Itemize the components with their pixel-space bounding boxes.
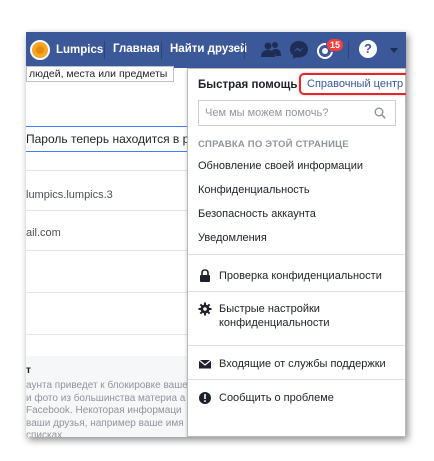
- help-search-input[interactable]: [198, 100, 396, 126]
- quick-help-title: Быстрая помощь: [198, 79, 298, 91]
- section-description: аунта приведет к блокировке ваше и фото …: [26, 380, 192, 437]
- privacy-shortcuts-label: Быстрые настройки конфиденциальности: [219, 303, 330, 329]
- browser-viewport: Пароль теперь находится в раз lumpics.lu…: [26, 32, 406, 437]
- help-link-notifications[interactable]: Уведомления: [198, 232, 267, 244]
- search-tooltip: людей, места или предметы: [26, 66, 175, 82]
- nav-separator: [104, 41, 105, 59]
- divider: [26, 170, 196, 171]
- divider: [26, 334, 196, 335]
- home-link[interactable]: Главная: [113, 43, 160, 55]
- find-friends-link[interactable]: Найти друзей: [170, 43, 247, 55]
- top-navigation-bar: Lumpics Главная Найти друзей 15 ?: [26, 32, 406, 68]
- friends-icon[interactable]: [260, 39, 282, 61]
- search-icon[interactable]: [374, 107, 386, 119]
- nav-separator: [348, 41, 349, 59]
- help-link-privacy[interactable]: Конфиденциальность: [198, 184, 310, 196]
- messenger-icon[interactable]: [288, 39, 310, 61]
- report-problem-label: Сообщить о проблеме: [219, 392, 334, 404]
- divider: [26, 292, 196, 293]
- nav-separator: [244, 41, 245, 59]
- privacy-check-label: Проверка конфиденциальности: [219, 270, 382, 282]
- divider: [188, 254, 405, 255]
- nav-separator: [161, 41, 162, 59]
- divider: [188, 291, 405, 292]
- divider: [26, 250, 196, 251]
- username-value: lumpics.lumpics.3: [26, 189, 113, 201]
- support-inbox-label: Входящие от службы поддержки: [219, 358, 386, 370]
- divider: [26, 210, 196, 211]
- alert-icon: [199, 392, 211, 404]
- notifications-badge: 15: [326, 38, 345, 52]
- lock-icon: [200, 269, 210, 282]
- support-inbox-item[interactable]: Входящие от службы поддержки: [198, 357, 386, 371]
- profile-name: Lumpics: [56, 44, 104, 56]
- envelope-icon: [198, 359, 212, 369]
- help-icon[interactable]: ?: [359, 40, 377, 58]
- divider: [188, 379, 405, 380]
- help-link-account-security[interactable]: Безопасность аккаунта: [198, 208, 316, 220]
- profile-link[interactable]: Lumpics: [30, 40, 103, 60]
- email-value: ail.com: [26, 227, 61, 239]
- quick-help-dropdown: Быстрая помощь Справочный центр СПРАВКА …: [187, 68, 406, 437]
- help-center-link[interactable]: Справочный центр: [299, 73, 406, 95]
- privacy-check-item[interactable]: Проверка конфиденциальности: [198, 269, 382, 283]
- privacy-shortcuts-item[interactable]: Быстрые настройки конфиденциальности: [198, 302, 398, 330]
- avatar: [30, 40, 50, 60]
- report-problem-item[interactable]: Сообщить о проблеме: [198, 391, 334, 405]
- caret-down-icon[interactable]: [390, 48, 398, 53]
- help-section-title: СПРАВКА ПО ЭТОЙ СТРАНИЦЕ: [198, 139, 349, 150]
- help-link-update-info[interactable]: Обновление своей информации: [198, 160, 363, 172]
- divider: [188, 345, 405, 346]
- gear-icon: [198, 302, 212, 316]
- section-title: т: [26, 365, 31, 376]
